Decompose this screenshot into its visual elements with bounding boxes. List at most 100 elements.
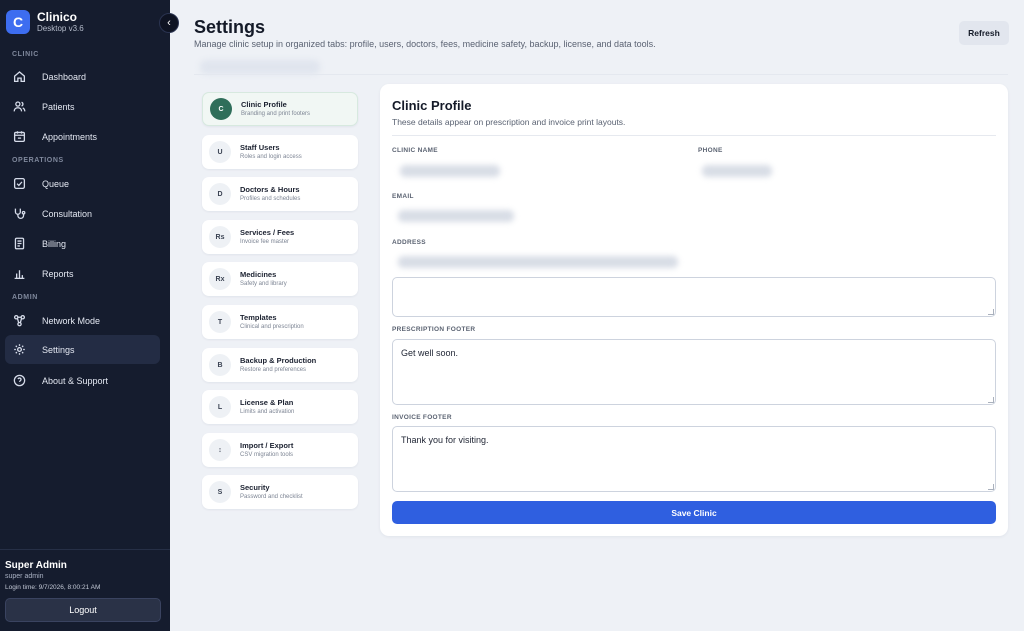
email-field[interactable] (398, 210, 514, 222)
card-subtitle: These details appear on prescription and… (392, 117, 626, 127)
sidebar-item-label: Dashboard (42, 71, 87, 82)
clinic-profile-card: Clinic Profile These details appear on p… (380, 84, 1008, 536)
tab-title: Services / Fees (240, 227, 295, 237)
prescription-footer-label: PRESCRIPTION FOOTER (392, 326, 476, 333)
prescription-footer-textarea[interactable]: Get well soon. (392, 339, 996, 405)
invoice-footer-value: Thank you for visiting. (401, 435, 489, 445)
brand: C Clinico Desktop v3.6 (6, 10, 84, 34)
nav-section-operations: OPERATIONS (12, 157, 64, 164)
gear-icon (14, 344, 25, 355)
sidebar-item-network-mode[interactable]: Network Mode (5, 306, 160, 335)
tab-services-fees[interactable]: Rs Services / Fees Invoice fee master (202, 220, 358, 254)
email-label: EMAIL (392, 193, 414, 200)
tab-badge: C (210, 98, 232, 120)
network-icon (13, 314, 26, 327)
tab-title: License & Plan (240, 397, 294, 407)
sidebar-item-label: Consultation (42, 208, 93, 219)
app-name: Clinico (37, 9, 78, 24)
logout-button[interactable]: Logout (5, 598, 161, 622)
refresh-button[interactable]: Refresh (959, 21, 1009, 45)
tab-title: Security (240, 482, 270, 492)
sidebar-divider (0, 549, 170, 550)
tab-staff-users[interactable]: U Staff Users Roles and login access (202, 135, 358, 169)
sidebar-item-queue[interactable]: Queue (5, 169, 160, 198)
user-name: Super Admin (5, 560, 67, 571)
sidebar-item-consultation[interactable]: Consultation (5, 199, 160, 228)
invoice-footer-label: INVOICE FOOTER (392, 414, 452, 421)
nav-section-admin: ADMIN (12, 294, 38, 301)
resize-grip-icon (988, 484, 994, 490)
tab-clinic-profile[interactable]: C Clinic Profile Branding and print foote… (202, 92, 358, 126)
tab-description: Invoice fee master (240, 238, 290, 245)
sidebar-item-patients[interactable]: Patients (5, 92, 160, 121)
tab-import-export[interactable]: ↕ Import / Export CSV migration tools (202, 433, 358, 467)
tab-doctors-hours[interactable]: D Doctors & Hours Profiles and schedules (202, 177, 358, 211)
stethoscope-icon (14, 208, 26, 219)
sidebar-item-label: Appointments (42, 131, 98, 142)
clinic-name-field[interactable] (400, 165, 500, 177)
sidebar-item-label: Reports (42, 268, 74, 279)
help-icon (13, 374, 26, 387)
address-textarea[interactable] (392, 277, 996, 317)
sidebar-item-label: Queue (42, 178, 70, 189)
tab-title: Staff Users (240, 142, 280, 152)
blurred-status (200, 60, 320, 74)
nav-section-clinic: CLINIC (12, 51, 39, 58)
header-divider (194, 74, 1008, 75)
address-line (398, 256, 678, 268)
tab-badge: T (209, 311, 231, 333)
tab-description: Clinical and prescription (240, 323, 304, 330)
sidebar-item-label: Network Mode (42, 315, 101, 326)
resize-grip-icon (988, 309, 994, 315)
prescription-footer-value: Get well soon. (401, 348, 459, 358)
sidebar-item-label: Patients (42, 101, 75, 112)
checkbox-icon (13, 177, 26, 190)
document-icon (14, 237, 25, 250)
tab-badge: B (209, 354, 231, 376)
tab-backup-production[interactable]: B Backup & Production Restore and prefere… (202, 348, 358, 382)
sidebar-item-billing[interactable]: Billing (5, 229, 160, 258)
card-divider (392, 135, 996, 136)
tab-medicines[interactable]: Rx Medicines Safety and library (202, 262, 358, 296)
tab-title: Import / Export (240, 440, 294, 450)
tab-templates[interactable]: T Templates Clinical and prescription (202, 305, 358, 339)
home-icon (13, 71, 26, 83)
tab-description: CSV migration tools (240, 451, 294, 458)
card-title: Clinic Profile (392, 98, 472, 113)
phone-label: PHONE (698, 147, 723, 154)
calendar-icon (13, 131, 26, 143)
phone-field[interactable] (702, 165, 772, 177)
tab-badge: Rx (209, 268, 231, 290)
tab-description: Roles and login access (240, 153, 302, 160)
sidebar-item-dashboard[interactable]: Dashboard (5, 62, 160, 91)
bar-chart-icon (14, 270, 25, 280)
collapse-sidebar-button[interactable]: ‹ (159, 13, 179, 33)
app-logo: C (6, 10, 30, 34)
sidebar-item-settings[interactable]: Settings (5, 335, 160, 364)
tab-security[interactable]: S Security Password and checklist (202, 475, 358, 509)
sidebar-item-label: Billing (42, 238, 67, 249)
tab-badge: L (209, 396, 231, 418)
sidebar-item-appointments[interactable]: Appointments (5, 122, 160, 151)
tab-description: Password and checklist (240, 493, 303, 500)
user-role: super admin (5, 573, 44, 580)
tab-title: Backup & Production (240, 355, 317, 365)
tab-badge: Rs (209, 226, 231, 248)
page-title: Settings (194, 17, 266, 37)
tab-title: Doctors & Hours (240, 184, 300, 194)
tab-badge: U (209, 141, 231, 163)
users-icon (13, 101, 26, 112)
tab-license-plan[interactable]: L License & Plan Limits and activation (202, 390, 358, 424)
sidebar-item-about-support[interactable]: About & Support (5, 366, 160, 395)
app-version: Desktop v3.6 (37, 23, 84, 33)
tab-title: Clinic Profile (241, 99, 287, 109)
tab-badge: S (209, 481, 231, 503)
sidebar-item-reports[interactable]: Reports (5, 259, 160, 288)
address-label: ADDRESS (392, 239, 426, 246)
login-time: Login time: 9/7/2026, 8:00:21 AM (5, 584, 101, 591)
tab-badge: D (209, 183, 231, 205)
page-subtitle: Manage clinic setup in organized tabs: p… (194, 39, 656, 49)
tab-badge: ↕ (209, 439, 231, 461)
invoice-footer-textarea[interactable]: Thank you for visiting. (392, 426, 996, 492)
save-clinic-button[interactable]: Save Clinic (392, 501, 996, 524)
